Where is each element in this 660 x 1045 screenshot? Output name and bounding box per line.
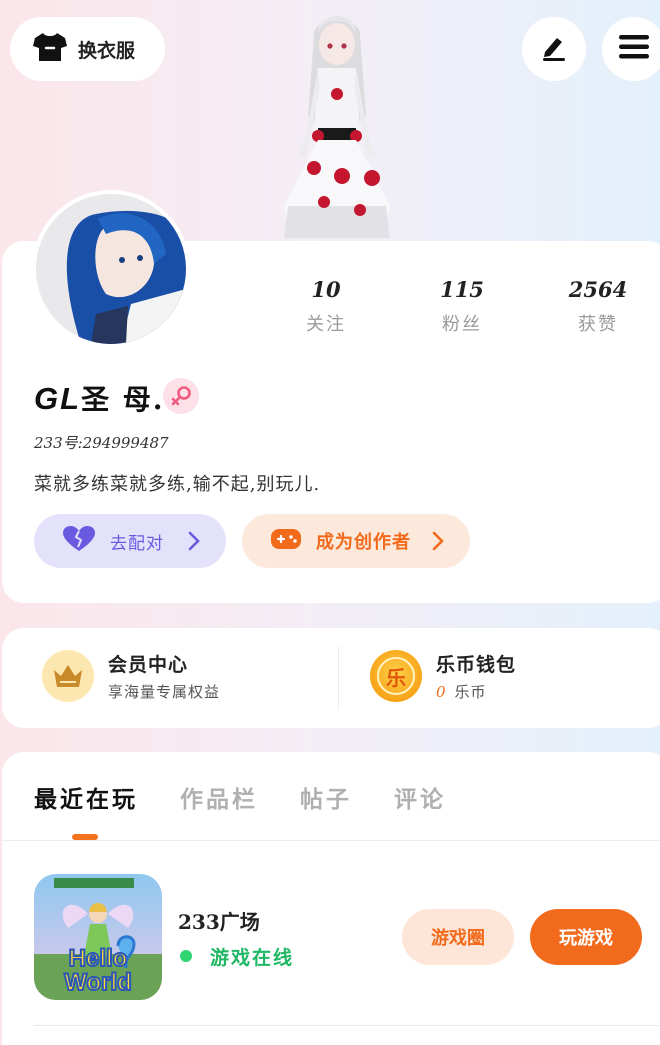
play-game-button[interactable]: 玩游戏 <box>530 909 642 965</box>
bio: 菜就多练菜就多练,输不起,别玩儿. <box>34 474 321 495</box>
stat-likes-value: 2564 <box>568 277 628 302</box>
tab-works[interactable]: 作品栏 <box>180 780 258 814</box>
coin-wallet-entry[interactable]: 乐 乐币钱包 0 乐币 <box>370 650 516 702</box>
divider <box>2 840 660 841</box>
coin-icon-char: 乐 <box>386 665 406 690</box>
hamburger-menu-icon <box>618 33 650 65</box>
nickname: GL圣 母. <box>34 378 165 418</box>
coin-wallet-title: 乐币钱包 <box>436 654 517 676</box>
become-creator-label: 成为创作者 <box>316 532 411 553</box>
member-center-title: 会员中心 <box>108 654 189 676</box>
stat-following[interactable]: 10 关注 <box>271 274 381 336</box>
online-status-text: 游戏在线 <box>210 947 295 969</box>
avatar[interactable] <box>32 190 190 348</box>
heart-icon <box>62 525 96 557</box>
female-icon <box>163 378 199 414</box>
game-circle-button[interactable]: 游戏圈 <box>402 909 514 965</box>
game-title[interactable]: 233广场 <box>178 906 260 935</box>
user-id[interactable]: 233号:294999487 <box>34 432 169 453</box>
change-outfit-button[interactable]: 换衣服 <box>10 17 165 81</box>
stat-following-label: 关注 <box>306 314 346 335</box>
stat-fans-value: 115 <box>440 277 484 302</box>
divider <box>34 1025 660 1026</box>
nickname-latin: GL <box>34 381 82 416</box>
stat-following-value: 10 <box>311 277 341 302</box>
avatar-character-figure[interactable] <box>262 6 412 242</box>
game-icon-line2: World <box>64 969 132 996</box>
stat-fans[interactable]: 115 粉丝 <box>407 274 517 336</box>
menu-button[interactable] <box>602 17 660 81</box>
stat-fans-label: 粉丝 <box>442 314 482 335</box>
online-status-dot <box>180 950 192 962</box>
coin-icon: 乐 <box>370 650 422 702</box>
game-icon[interactable]: Hello World <box>34 874 162 1000</box>
member-center-entry[interactable]: 会员中心 享海量专属权益 <box>42 650 220 702</box>
match-button[interactable]: 去配对 <box>34 514 226 568</box>
tab-comments[interactable]: 评论 <box>394 780 446 814</box>
become-creator-button[interactable]: 成为创作者 <box>242 514 470 568</box>
match-label: 去配对 <box>110 533 164 554</box>
gamepad-icon <box>270 526 302 556</box>
stat-likes-label: 获赞 <box>578 314 618 335</box>
tab-recently-played[interactable]: 最近在玩 <box>34 780 138 814</box>
pencil-icon <box>539 32 569 66</box>
crown-icon <box>42 650 94 702</box>
coin-unit: 乐币 <box>454 683 487 701</box>
game-icon-line1: Hello <box>69 945 128 972</box>
edit-profile-button[interactable] <box>522 17 586 81</box>
tshirt-icon <box>32 31 68 67</box>
divider <box>338 646 339 710</box>
change-outfit-label: 换衣服 <box>77 39 135 62</box>
member-wallet-card: 会员中心 享海量专属权益 乐 乐币钱包 0 乐币 <box>2 628 660 728</box>
stat-likes[interactable]: 2564 获赞 <box>543 274 653 336</box>
member-center-subtitle: 享海量专属权益 <box>108 683 221 701</box>
chevron-right-icon <box>432 531 444 555</box>
chevron-right-icon <box>188 531 200 555</box>
tab-posts[interactable]: 帖子 <box>300 780 352 814</box>
coin-amount: 0 <box>436 683 447 701</box>
nickname-cjk: 圣 母. <box>81 383 165 416</box>
